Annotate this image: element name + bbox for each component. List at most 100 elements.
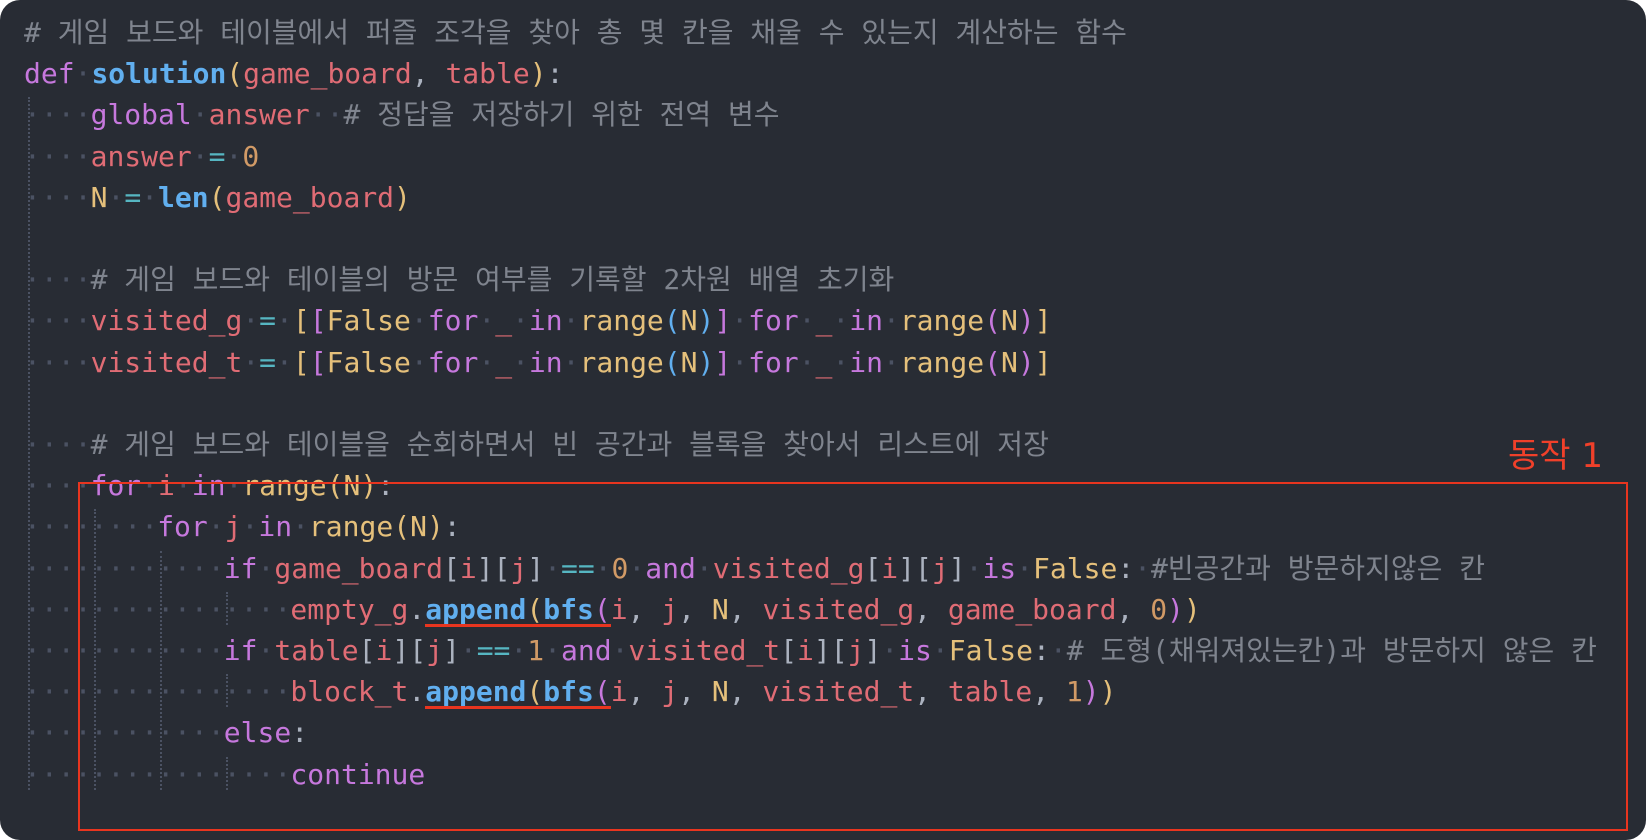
code-token: · <box>512 304 529 338</box>
code-token: in <box>849 345 883 379</box>
code-token: # 정답을 저장하기 위한 전역 변수 <box>343 98 780 132</box>
code-token: 0 <box>242 139 260 173</box>
code-token: · <box>882 304 900 338</box>
code-token: · <box>478 345 496 379</box>
indent-whitespace: ···· <box>24 98 92 132</box>
code-token: _ <box>815 345 833 379</box>
code-token: · <box>832 304 850 338</box>
code-token: · <box>731 345 749 379</box>
code-token: · <box>512 345 529 379</box>
code-token: · <box>798 304 816 338</box>
code-token: game_board <box>243 57 412 91</box>
indent-whitespace: ···· <box>24 428 92 461</box>
code-token: ] <box>714 304 732 338</box>
code-token: · <box>832 345 850 379</box>
code-token: in <box>528 304 563 338</box>
code-token: False <box>326 304 411 338</box>
code-token: def <box>24 57 75 91</box>
code-token: · <box>882 345 900 379</box>
code-token: for <box>427 345 479 379</box>
code-line: # 게임 보드와 테이블의 방문 여부를 기록할 2차원 배열 초기화 <box>91 258 895 301</box>
code-token: ) <box>394 180 411 214</box>
code-token: global <box>90 98 192 132</box>
code-token: · <box>410 345 428 379</box>
code-token: · <box>562 345 580 379</box>
code-token: ( <box>226 57 244 91</box>
code-token: = <box>259 304 277 338</box>
code-token: ( <box>663 345 681 379</box>
code-editor[interactable]: # 게임 보드와 테이블에서 퍼즐 조각을 찾아 총 몇 칸을 채울 수 있는지… <box>0 0 1646 840</box>
code-token: ( <box>663 304 681 338</box>
code-token: · <box>191 139 209 173</box>
code-token: range <box>579 345 664 379</box>
code-token: in <box>528 345 563 379</box>
code-token: · <box>731 304 749 338</box>
code-token: ] <box>1034 345 1052 379</box>
code-token: visited_g <box>90 304 243 338</box>
code-token: · <box>242 345 260 379</box>
code-token: ( <box>984 345 1001 379</box>
code-token: # 게임 보드와 테이블을 순회하면서 빈 공간과 블록을 찾아서 리스트에 저… <box>90 428 1049 461</box>
code-token: · <box>276 304 293 338</box>
indent-whitespace: ···· <box>24 180 92 214</box>
code-token: N <box>680 304 698 338</box>
code-token: ·· <box>309 98 344 132</box>
code-token: · <box>191 98 209 132</box>
code-line: # 게임 보드와 테이블을 순회하면서 빈 공간과 블록을 찾아서 리스트에 저… <box>91 423 1049 466</box>
indent-whitespace: ···· <box>24 139 92 173</box>
code-token: _ <box>495 345 513 379</box>
code-token: for <box>748 345 799 379</box>
code-token: · <box>562 304 580 338</box>
code-token: for <box>748 304 799 338</box>
code-token: [ <box>292 304 310 338</box>
code-token: · <box>74 57 92 91</box>
code-token: solution <box>91 57 227 91</box>
code-token: # 게임 보드와 테이블에서 퍼즐 조각을 찾아 총 몇 칸을 채울 수 있는지… <box>24 16 1127 49</box>
code-token: · <box>798 345 816 379</box>
code-token: · <box>107 180 125 214</box>
underline-mark <box>425 623 544 627</box>
code-token: # 게임 보드와 테이블의 방문 여부를 기록할 2차원 배열 초기화 <box>90 263 895 297</box>
code-token: · <box>410 304 428 338</box>
code-token: · <box>141 180 159 214</box>
step-annotation-label: 동작 1 <box>1508 436 1603 476</box>
code-token: , <box>411 57 446 91</box>
code-line: visited_g·=·[[False·for·_·in·range(N)]·f… <box>91 299 1052 342</box>
code-line: N·=·len(game_board) <box>91 176 411 219</box>
code-token: in <box>849 304 883 338</box>
code-token: len <box>158 180 209 214</box>
code-token: [ <box>309 304 327 338</box>
underline-mark <box>425 706 544 710</box>
code-token: visited_t <box>90 345 243 379</box>
code-line: answer·=·0 <box>91 135 260 178</box>
code-token: = <box>124 180 142 214</box>
code-token: N <box>90 180 108 214</box>
underline-mark <box>543 706 611 710</box>
indent-whitespace: ···· <box>24 263 92 297</box>
code-line: global·answer··# 정답을 저장하기 위한 전역 변수 <box>91 93 780 136</box>
code-token: answer <box>208 98 310 132</box>
code-token: = <box>208 139 226 173</box>
code-token: ] <box>714 345 732 379</box>
code-token: range <box>579 304 664 338</box>
code-token: _ <box>815 304 833 338</box>
code-token: N <box>680 345 698 379</box>
code-token: range <box>899 345 985 379</box>
code-token: = <box>259 345 277 379</box>
code-token: ) <box>529 57 547 91</box>
code-token: ( <box>984 304 1001 338</box>
code-token: N <box>1000 304 1018 338</box>
code-token: · <box>225 139 243 173</box>
code-token: for <box>427 304 479 338</box>
indent-whitespace: ···· <box>24 345 92 379</box>
underline-mark <box>543 623 611 627</box>
indent-whitespace: ···· <box>24 304 92 338</box>
code-token: · <box>242 304 260 338</box>
code-token: · <box>478 304 496 338</box>
code-token: False <box>326 345 411 379</box>
code-token: _ <box>495 304 513 338</box>
code-token: · <box>276 345 293 379</box>
code-token: : <box>546 57 564 91</box>
code-token: ] <box>1034 304 1052 338</box>
code-token: N <box>1000 345 1018 379</box>
